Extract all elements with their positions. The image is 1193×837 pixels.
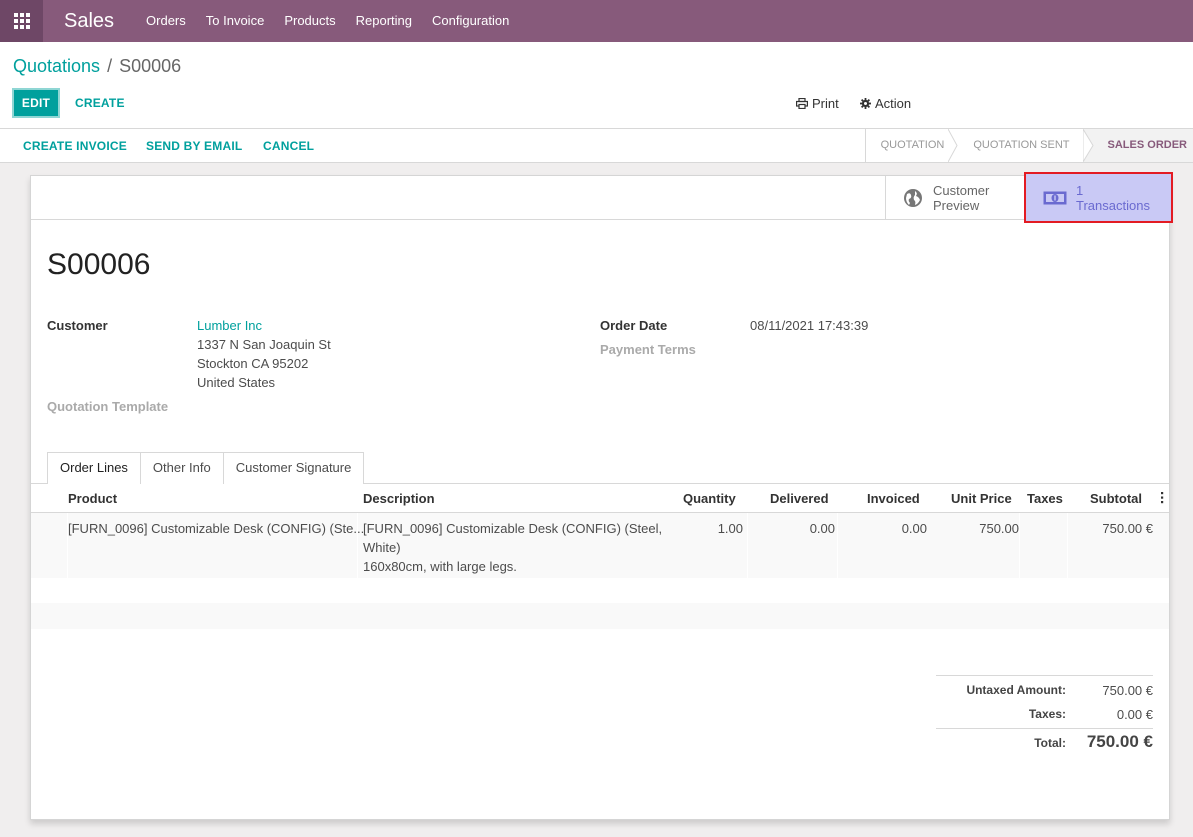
cell-description[interactable]: [FURN_0096] Customizable Desk (CONFIG) (… bbox=[363, 519, 662, 576]
print-button[interactable]: Print bbox=[796, 96, 839, 111]
col-header-invoiced[interactable]: Invoiced bbox=[867, 491, 920, 506]
customer-preview-label-2: Preview bbox=[933, 198, 980, 213]
tab-order-lines[interactable]: Order Lines bbox=[47, 452, 141, 484]
control-panel: Quotations / S00006 EDIT CREATE Print Ac… bbox=[0, 42, 1193, 128]
quotation-template-label: Quotation Template bbox=[47, 399, 169, 414]
app-title[interactable]: Sales bbox=[64, 10, 114, 33]
customer-preview-label-1: Customer bbox=[933, 183, 990, 198]
col-header-product[interactable]: Product bbox=[68, 491, 117, 506]
smart-button-box: Customer Preview 1 Transactions bbox=[31, 172, 1173, 223]
empty-table-row bbox=[31, 603, 1169, 629]
stage-quotation[interactable]: QUOTATION bbox=[866, 129, 959, 162]
customer-label: Customer bbox=[47, 318, 108, 333]
send-by-email-button[interactable]: SEND BY EMAIL bbox=[146, 139, 242, 153]
taxes-value: 0.00 € bbox=[1116, 707, 1153, 722]
col-header-subtotal[interactable]: Subtotal bbox=[1090, 491, 1142, 506]
untaxed-amount-value: 750.00 € bbox=[1102, 683, 1153, 698]
cancel-button[interactable]: CANCEL bbox=[263, 139, 314, 153]
order-date-label: Order Date bbox=[600, 318, 668, 333]
column-separator bbox=[837, 513, 838, 578]
customer-preview-button[interactable]: Customer Preview bbox=[885, 176, 1025, 220]
apps-menu-icon[interactable] bbox=[0, 0, 43, 42]
customer-address-line: 1337 N San Joaquin St bbox=[197, 337, 331, 352]
untaxed-amount-label: Untaxed Amount: bbox=[966, 683, 1066, 697]
action-button[interactable]: Action bbox=[860, 96, 911, 111]
print-label: Print bbox=[812, 96, 839, 111]
optional-columns-icon[interactable] bbox=[1160, 492, 1164, 504]
form-tabs: Order Lines Other Info Customer Signatur… bbox=[47, 452, 365, 484]
cell-description-line: White) bbox=[363, 540, 401, 555]
cell-description-line: 160x80cm, with large legs. bbox=[363, 559, 517, 574]
top-navbar: Sales Orders To Invoice Products Reporti… bbox=[0, 0, 1193, 42]
tab-other-info[interactable]: Other Info bbox=[140, 452, 224, 484]
active-tab-gap bbox=[48, 482, 138, 484]
cell-description-line: [FURN_0096] Customizable Desk (CONFIG) (… bbox=[363, 521, 663, 536]
stage-sales-order[interactable]: SALES ORDER bbox=[1083, 129, 1193, 162]
breadcrumb-current: S00006 bbox=[119, 56, 182, 76]
create-invoice-button[interactable]: CREATE INVOICE bbox=[23, 139, 127, 153]
breadcrumb: Quotations / S00006 bbox=[13, 56, 181, 77]
totals-top-divider bbox=[936, 675, 1153, 676]
cell-product[interactable]: [FURN_0096] Customizable Desk (CONFIG) (… bbox=[68, 519, 364, 538]
gear-icon bbox=[860, 98, 871, 109]
tab-customer-signature[interactable]: Customer Signature bbox=[223, 452, 365, 484]
cell-quantity[interactable]: 1.00 bbox=[671, 519, 743, 538]
cell-subtotal: 750.00 € bbox=[1102, 521, 1153, 536]
col-header-delivered[interactable]: Delivered bbox=[770, 491, 829, 506]
create-button[interactable]: CREATE bbox=[75, 96, 125, 110]
money-icon bbox=[1043, 191, 1067, 204]
menu-to-invoice[interactable]: To Invoice bbox=[196, 0, 275, 42]
stage-quotation-sent[interactable]: QUOTATION SENT bbox=[958, 129, 1083, 162]
edit-button[interactable]: EDIT bbox=[12, 88, 60, 118]
form-sheet: Customer Preview 1 Transactions S00006 C… bbox=[30, 172, 1173, 820]
order-name: S00006 bbox=[47, 248, 151, 281]
statusbar: CREATE INVOICE SEND BY EMAIL CANCEL QUOT… bbox=[0, 128, 1193, 163]
col-header-description[interactable]: Description bbox=[363, 491, 435, 506]
stage-pipeline: QUOTATION QUOTATION SENT SALES ORDER bbox=[864, 129, 1193, 162]
menu-products[interactable]: Products bbox=[274, 0, 345, 42]
col-header-quantity[interactable]: Quantity bbox=[683, 491, 736, 506]
transactions-count: 1 bbox=[1076, 182, 1084, 198]
breadcrumb-separator: / bbox=[107, 56, 113, 76]
menu-orders[interactable]: Orders bbox=[136, 0, 196, 42]
action-label: Action bbox=[875, 96, 912, 111]
column-separator bbox=[1067, 513, 1068, 578]
menu-configuration[interactable]: Configuration bbox=[422, 0, 519, 42]
print-icon bbox=[796, 98, 808, 109]
payment-terms-label: Payment Terms bbox=[600, 342, 696, 357]
order-date-value: 08/11/2021 17:43:39 bbox=[750, 318, 869, 333]
stage-arrow-icon bbox=[1082, 129, 1094, 162]
total-label: Total: bbox=[1034, 736, 1066, 750]
transactions-label: Transactions bbox=[1076, 197, 1150, 213]
cell-unit-price[interactable]: 750.00 bbox=[941, 519, 1019, 538]
cell-invoiced[interactable]: 0.00 bbox=[851, 519, 927, 538]
totals-divider bbox=[936, 728, 1153, 729]
globe-icon bbox=[904, 189, 922, 207]
breadcrumb-quotations[interactable]: Quotations bbox=[13, 56, 100, 77]
customer-link[interactable]: Lumber Inc bbox=[197, 318, 262, 333]
cell-delivered[interactable]: 0.00 bbox=[761, 519, 835, 538]
customer-address-line: Stockton CA 95202 bbox=[197, 356, 309, 371]
col-header-unit-price[interactable]: Unit Price bbox=[951, 491, 1012, 506]
menu-reporting[interactable]: Reporting bbox=[346, 0, 422, 42]
taxes-label: Taxes: bbox=[1028, 707, 1066, 721]
transactions-button[interactable]: 1 Transactions bbox=[1024, 172, 1173, 223]
total-value: 750.00 € bbox=[1086, 732, 1153, 751]
col-header-taxes[interactable]: Taxes bbox=[1027, 491, 1063, 506]
customer-address-line: United States bbox=[197, 375, 276, 390]
column-separator bbox=[747, 513, 748, 578]
column-separator bbox=[1019, 513, 1020, 578]
